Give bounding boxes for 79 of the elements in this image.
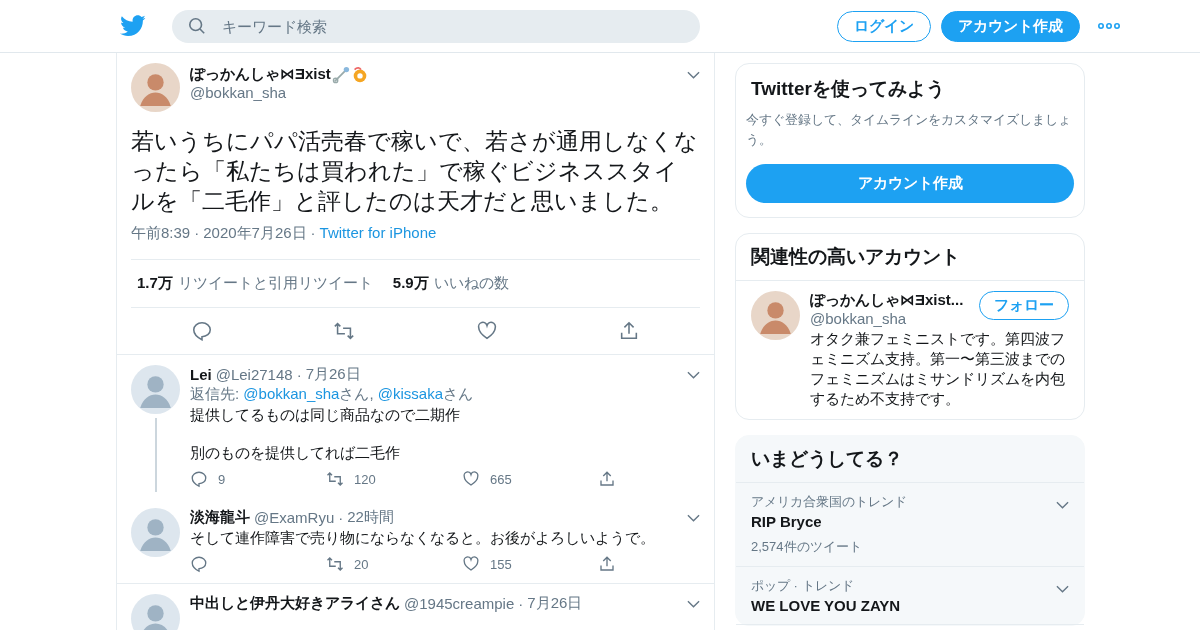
separator-comma: , [369, 385, 375, 402]
safety-pin-icon [331, 65, 350, 84]
heart-icon[interactable] [462, 470, 480, 488]
account-name[interactable]: ぽっかんしゃ⋈Ǝxist... [810, 291, 964, 310]
honorific: さん [339, 385, 370, 402]
tweet-time[interactable]: 午前8:39 [131, 224, 191, 241]
honorific: さん [443, 385, 474, 402]
reply-icon[interactable] [191, 320, 214, 342]
stat-label[interactable]: リツイートと引用リツイート [177, 274, 373, 293]
separator-dot: · [194, 224, 200, 241]
follow-button[interactable]: フォロー [979, 291, 1069, 320]
stat-count[interactable]: 5.9万 [392, 274, 429, 293]
search-field[interactable]: キーワード検索 [172, 9, 700, 43]
retweet-count: 20 [354, 556, 369, 572]
search-icon [188, 17, 206, 35]
more-icon[interactable] [1098, 23, 1120, 29]
reply-author-name[interactable]: 中出しと伊丹大好きアライさん [190, 594, 400, 613]
signup-button[interactable]: アカウント作成 [746, 164, 1074, 203]
separator-dot: · [296, 366, 302, 383]
reply-text: 提供してるものは同じ商品なので二期作 [190, 405, 461, 425]
chevron-icon[interactable] [687, 71, 700, 79]
trend-context: アメリカ合衆国のトレンド [751, 493, 907, 511]
trend-tweet-count: 2,574件のツイート [751, 538, 863, 556]
account-bio: オタク兼フェミニストです。第四波フェミニズム支持。第一〜第三波までのフェミニズムはミサンドリズムを内包するため不支持です。 [810, 329, 1066, 409]
chevron-icon[interactable] [1056, 501, 1069, 509]
card-title: Twitterを使ってみよう [751, 77, 946, 101]
reply-icon[interactable] [190, 555, 208, 573]
chevron-icon[interactable] [1056, 585, 1069, 593]
retweet-count: 120 [354, 471, 376, 487]
tweet-text: 若いうちにパパ活売春で稼いで、若さが通用しなくなったら「私たちは買われた」で稼ぐビジネススタイルを「二毛作」と評したのは天才だと思いました。 [131, 127, 699, 216]
stat-count[interactable]: 1.7万 [137, 274, 173, 293]
author-handle[interactable]: @bokkan_sha [190, 84, 677, 101]
reply-text: そして連作障害で売り物にならなくなると。お後がよろしいようで。 [190, 528, 656, 548]
mention-link[interactable]: @kissaka [377, 385, 444, 402]
chevron-icon[interactable] [687, 513, 700, 522]
tweet-source[interactable]: Twitter for iPhone [319, 224, 437, 241]
reply-to-label: 返信先: [190, 385, 241, 402]
separator-dot: · [338, 509, 344, 526]
trend-name[interactable]: RIP Bryce [751, 513, 1069, 530]
stat-label[interactable]: いいねの数 [433, 274, 509, 293]
card-title: いまどうしてる？ [736, 436, 1084, 483]
reply-author-name[interactable]: 淡海龍斗 [190, 508, 250, 527]
author-name[interactable]: ぽっかんしゃ⋈Ǝxist [190, 65, 331, 84]
reply-time[interactable]: 7月26日 [305, 365, 361, 384]
share-icon[interactable] [598, 470, 616, 488]
mention-link[interactable]: @bokkan_sha [243, 385, 340, 402]
share-icon[interactable] [598, 555, 616, 573]
search-input[interactable]: キーワード検索 [220, 8, 684, 44]
bird-logo[interactable] [120, 15, 146, 37]
login-button[interactable]: ログイン [837, 10, 931, 42]
card-text: 今すぐ登録して、タイムラインをカスタマイズしましょう。 [746, 111, 1072, 149]
reply-text: 別のものを提供してれば二毛作 [190, 443, 401, 463]
tweet-date[interactable]: 2020年7月26日 [203, 224, 307, 241]
reply-author-handle[interactable]: @ExamRyu [254, 509, 335, 526]
retweet-icon[interactable] [326, 470, 344, 488]
chevron-icon[interactable] [687, 599, 700, 608]
reply-time[interactable]: 7月26日 [527, 594, 583, 613]
heart-icon[interactable] [462, 555, 480, 573]
chevron-icon[interactable] [687, 370, 700, 379]
trend-name[interactable]: WE LOVE YOU ZAYN [751, 597, 1069, 614]
retweet-icon[interactable] [333, 320, 356, 342]
account-handle[interactable]: @bokkan_sha [810, 310, 964, 327]
reply-author-name[interactable]: Lei [190, 366, 212, 383]
reply-count: 9 [218, 471, 226, 487]
reply-icon[interactable] [190, 470, 208, 488]
trend-context: ポップ · トレンド [751, 577, 854, 595]
avatar-icon[interactable] [131, 63, 180, 112]
separator-dot: · [310, 224, 316, 241]
avatar-icon[interactable] [751, 291, 800, 340]
retweet-icon[interactable] [326, 555, 344, 573]
heart-icon[interactable] [475, 320, 498, 342]
separator-dot: · [518, 595, 524, 612]
like-count: 665 [490, 471, 512, 487]
reply-time[interactable]: 22時間 [347, 508, 394, 527]
reply-author-handle[interactable]: @1945creampie [404, 595, 515, 612]
card-title: 関連性の高いアカウント [736, 234, 1084, 281]
signup-button[interactable]: アカウント作成 [941, 10, 1080, 42]
reply-author-handle[interactable]: @Lei27148 [215, 366, 293, 383]
like-count: 155 [490, 556, 512, 572]
